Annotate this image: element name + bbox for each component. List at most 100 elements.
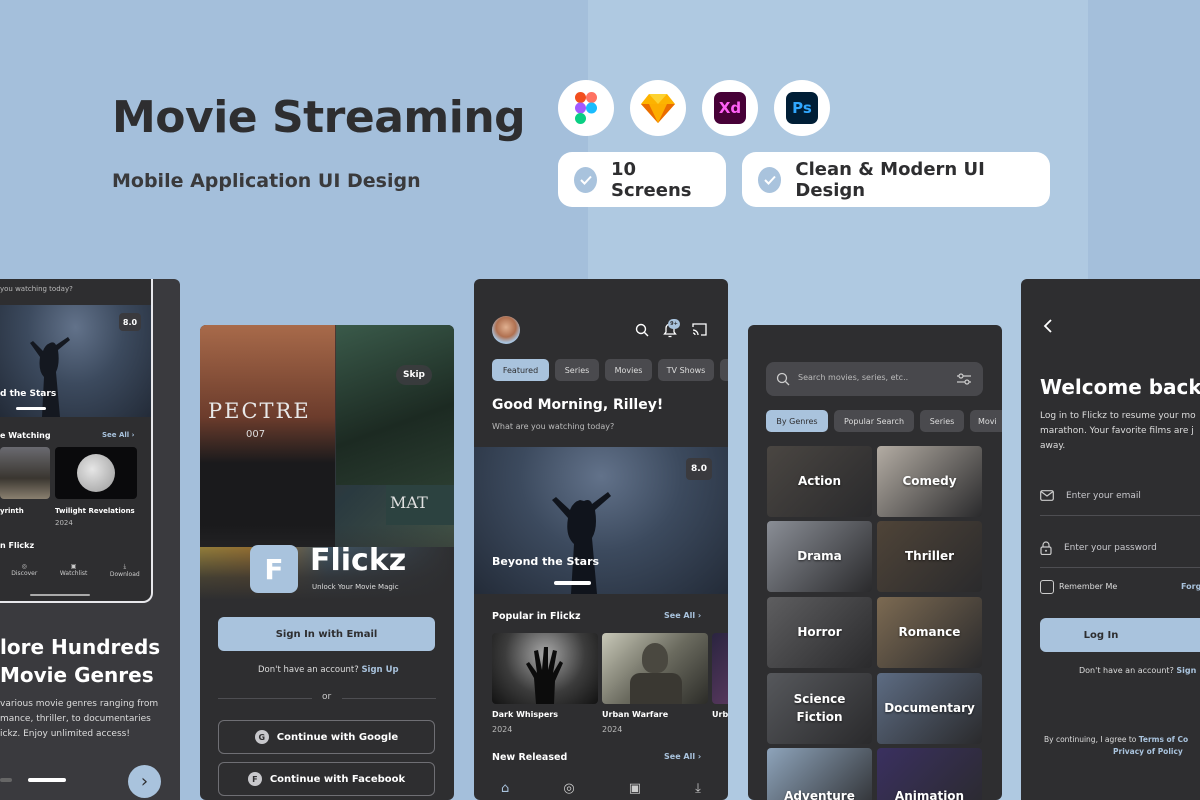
featured-banner[interactable]: 8.0 d the Stars [0, 305, 151, 417]
signup-link[interactable]: Sign Up [361, 665, 398, 675]
check-icon [574, 166, 598, 193]
movie-year: 2024 [602, 725, 623, 734]
photoshop-icon: Ps [774, 80, 830, 136]
tab-popular-search[interactable]: Popular Search [834, 410, 914, 432]
tab-by-genres[interactable]: By Genres [766, 410, 828, 432]
featured-banner[interactable]: 8.0 Beyond the Stars [474, 447, 728, 594]
signup-link[interactable]: Sign [1176, 666, 1196, 675]
genre-tile-thriller[interactable]: Thriller [877, 521, 982, 592]
page-title: Movie Streaming [112, 92, 526, 143]
facebook-icon: F [247, 772, 262, 786]
movie-title: yrinth [0, 507, 24, 515]
download-icon[interactable]: ⤓ [695, 781, 701, 796]
poster-matrix [336, 325, 454, 485]
phone-screen-onboarding: you watching today? 8.0 d the Stars e Wa… [0, 279, 180, 800]
movie-thumbnail[interactable] [55, 447, 137, 499]
nav-watchlist[interactable]: ▣ Watchlist [60, 563, 88, 593]
sign-in-email-button[interactable]: Sign In with Email [218, 617, 435, 651]
home-icon[interactable]: ⌂ [501, 781, 509, 796]
see-all-link[interactable]: See All › [664, 752, 701, 761]
cast-icon[interactable] [692, 323, 707, 336]
home-indicator [30, 594, 90, 596]
login-title: Welcome back [1040, 375, 1200, 399]
movie-title: Dark Whispers [492, 710, 558, 719]
nav-download[interactable]: ⤓ Download [110, 563, 140, 593]
privacy-link[interactable]: Privacy of Policy [1113, 747, 1183, 756]
sketch-icon [630, 80, 686, 136]
banner-title: d the Stars [0, 389, 57, 399]
carousel-indicator [16, 407, 46, 410]
genre-tile-documentary[interactable]: Documentary [877, 673, 982, 744]
onboarding-title-line1: lore Hundreds [0, 635, 161, 659]
filter-icon[interactable] [956, 372, 972, 386]
email-field[interactable]: Enter your email [1040, 476, 1200, 516]
poster-subtitle: 007 [246, 429, 266, 440]
tab-series[interactable]: Series [555, 359, 599, 381]
email-placeholder: Enter your email [1066, 490, 1141, 501]
poster-title: PECTRE [208, 399, 311, 423]
tab-series[interactable]: Series [920, 410, 964, 432]
see-all-link[interactable]: See All › [664, 611, 701, 620]
arrow-right-icon: › [140, 771, 149, 792]
feature-label: 10 Screens [611, 158, 692, 201]
genre-tile-comedy[interactable]: Comedy [877, 446, 982, 517]
google-label: Continue with Google [276, 731, 399, 743]
home-prompt: you watching today? [0, 285, 73, 293]
mail-icon [1040, 490, 1054, 501]
search-bar[interactable]: Search movies, series, etc.. [766, 362, 983, 396]
password-field[interactable]: Enter your password [1040, 528, 1200, 568]
onboarding-body: ickz. Enjoy unlimited access! [0, 729, 130, 739]
notification-badge: 9+ [668, 319, 680, 329]
avatar[interactable] [492, 316, 520, 344]
remember-me-label: Remember Me [1059, 582, 1118, 591]
genre-tile-animation[interactable]: Animation [877, 748, 982, 800]
onboarding-body: mance, thriller, to documentaries [0, 714, 151, 724]
genre-tile-action[interactable]: Action [767, 446, 872, 517]
genre-tile-drama[interactable]: Drama [767, 521, 872, 592]
google-button[interactable]: G Continue with Google [218, 720, 435, 754]
search-icon[interactable] [635, 323, 649, 337]
movie-thumbnail[interactable] [0, 447, 50, 499]
login-description: Log in to Flickz to resume your mo [1040, 411, 1196, 421]
xd-icon: Xd [702, 80, 758, 136]
divider [218, 698, 312, 699]
tab-overflow[interactable] [720, 359, 728, 381]
figma-icon [558, 80, 614, 136]
page-dot-active [28, 778, 66, 782]
banner-title: Beyond the Stars [492, 555, 600, 568]
movie-title: Urban Warfare [602, 710, 669, 719]
movie-thumbnail-third[interactable] [712, 633, 728, 704]
see-all-link[interactable]: See All › [102, 431, 135, 439]
movie-thumbnail-dark-whispers[interactable] [492, 633, 598, 704]
forgot-password-link[interactable]: Forg [1181, 582, 1200, 591]
skip-button[interactable]: Skip [396, 365, 432, 385]
greeting-subtitle: What are you watching today? [492, 422, 615, 431]
tab-featured[interactable]: Featured [492, 359, 549, 381]
genre-tile-adventure[interactable]: Adventure [767, 748, 872, 800]
nav-discover[interactable]: ◎ Discover [11, 563, 37, 593]
next-button[interactable]: › [128, 765, 161, 798]
watchlist-icon: ▣ [70, 563, 77, 570]
login-button[interactable]: Log In [1040, 618, 1200, 652]
facebook-label: Continue with Facebook [269, 773, 406, 785]
facebook-button[interactable]: F Continue with Facebook [218, 762, 435, 796]
lock-icon [1040, 540, 1052, 555]
tab-movies[interactable]: Movies [605, 359, 652, 381]
genre-tile-science-fiction[interactable]: Science Fiction [767, 673, 872, 744]
watchlist-icon[interactable]: ▣ [629, 781, 641, 796]
app-tagline: Unlock Your Movie Magic [312, 583, 399, 591]
movie-thumbnail-urban-warfare[interactable] [602, 633, 708, 704]
terms-link[interactable]: Terms of Co [1139, 735, 1188, 744]
remember-me-checkbox[interactable] [1040, 580, 1054, 594]
compass-icon[interactable]: ◎ [563, 781, 574, 796]
search-input[interactable]: Search movies, series, etc.. [798, 373, 908, 382]
genre-tile-horror[interactable]: Horror [767, 597, 872, 668]
back-icon[interactable] [1043, 319, 1053, 333]
genre-tile-romance[interactable]: Romance [877, 597, 982, 668]
page-dot [0, 778, 12, 782]
tab-tv-shows[interactable]: TV Shows [658, 359, 714, 381]
tab-movies[interactable]: Movi [970, 410, 1002, 432]
onboarding-body: various movie genres ranging from [0, 699, 159, 709]
divider-label: or [322, 692, 332, 702]
poster-title: MAT [390, 493, 428, 512]
